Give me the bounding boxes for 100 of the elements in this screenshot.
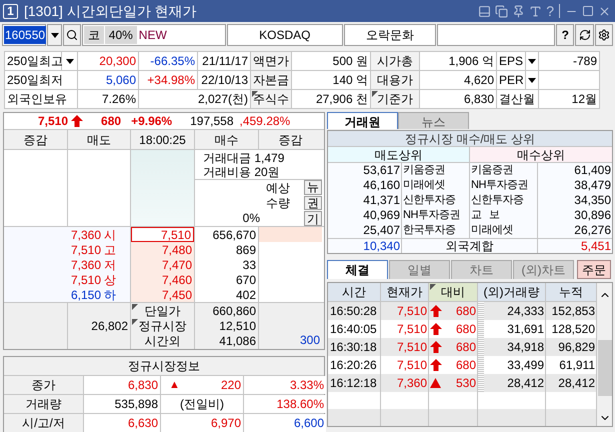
trade-cost: 거래비용 20원 <box>203 165 281 179</box>
bid-price[interactable]: 7,480 <box>131 242 194 257</box>
cell-value: 6,830 <box>128 378 158 392</box>
stat-value: 2,027(천) <box>139 90 250 108</box>
tab[interactable]: 일별 <box>389 260 450 279</box>
buy-change: 300 <box>300 333 320 347</box>
code-field[interactable]: 160550 <box>2 24 46 46</box>
summary-label: 시간외 <box>144 333 182 348</box>
up-arrow-icon <box>430 359 442 371</box>
column-header: 증감 <box>278 132 304 148</box>
stat-value: 7.26% <box>78 90 138 108</box>
stat-label: 자본금 <box>251 71 291 89</box>
sell-total: 26,802 <box>91 319 128 333</box>
stat-label: 주식수 <box>251 90 291 108</box>
bid-quantity: 33 <box>242 257 257 272</box>
column-header: 18:00:25 <box>131 130 195 149</box>
maximize-icon[interactable] <box>582 5 594 17</box>
dropdown-icon[interactable] <box>528 58 536 64</box>
scrollbar[interactable] <box>597 283 612 426</box>
pin-icon[interactable] <box>512 4 526 18</box>
copy-icon[interactable] <box>495 4 508 18</box>
new-tag: NEW <box>138 26 167 44</box>
help-button[interactable]: ? <box>546 4 554 18</box>
bid-price[interactable]: 7,460 <box>131 272 194 287</box>
corner-mark-icon <box>132 304 138 310</box>
buy-quantity: 30,896 <box>573 208 612 223</box>
tab[interactable]: (외)차트 <box>513 260 574 279</box>
trade-volume: 33,499 <box>507 358 545 372</box>
up-arrow-icon <box>430 305 442 317</box>
help-button[interactable]: ? <box>556 24 574 46</box>
bid-quantity: 402 <box>234 287 257 302</box>
close-icon[interactable] <box>598 4 611 18</box>
layout-icon[interactable] <box>478 4 492 18</box>
row-label: 거래량 <box>4 395 83 413</box>
total-label: 외국계합 <box>402 239 538 253</box>
stat-label: 시가총 <box>371 52 419 70</box>
summary-quantity: 660,860 <box>212 303 257 318</box>
refresh-button[interactable] <box>575 24 594 46</box>
section-title: 정규시장정보 <box>4 357 324 375</box>
volume-rate: ,459.28% <box>240 114 290 128</box>
search-button[interactable] <box>63 24 81 46</box>
settings-button[interactable] <box>594 24 613 46</box>
stat-value: 140 억 <box>292 71 370 89</box>
bid-price[interactable]: 7,450 <box>131 287 194 302</box>
dropdown-button[interactable] <box>62 52 77 70</box>
stat-value: 4,620 <box>420 71 496 89</box>
expected-text: 0% <box>242 210 260 226</box>
order-button[interactable]: 주문 <box>577 260 611 279</box>
side-button[interactable]: 뉴 <box>304 180 322 195</box>
stat-label: PER <box>497 71 525 89</box>
trade-volume: 31,691 <box>507 322 545 336</box>
trade-change: 680 <box>456 322 476 336</box>
expected-text: 수량 <box>266 196 290 210</box>
buy-quantity: 26,276 <box>573 223 612 238</box>
up-arrow-icon <box>430 323 442 335</box>
corner-mark-icon <box>430 284 436 290</box>
stat-label: EPS <box>497 52 525 70</box>
up-arrow-icon <box>71 115 84 127</box>
reference-price: 7,360 <box>70 228 101 242</box>
row-label: 시/고/저 <box>4 414 83 432</box>
stat-label: 외국인보유 <box>5 90 77 108</box>
code-dropdown[interactable] <box>47 24 62 46</box>
stat-value: 5,060 <box>78 71 138 89</box>
reference-label: 상 <box>104 272 116 286</box>
side-button[interactable]: 기 <box>304 211 322 226</box>
dropdown-icon[interactable] <box>66 58 74 64</box>
sell-total: 10,340 <box>328 239 402 253</box>
tab[interactable]: 체결 <box>327 260 388 279</box>
summary-label: 정규시장 <box>131 318 194 333</box>
trade-change: 680 <box>456 340 476 354</box>
stat-value: 500 원 <box>292 52 370 70</box>
caret-icon[interactable] <box>50 32 59 38</box>
buy-quantity: 61,409 <box>573 163 612 178</box>
reference-price: 7,360 <box>70 258 101 272</box>
corner-mark-icon <box>372 91 378 97</box>
dropdown-icon[interactable] <box>528 78 536 82</box>
column-header: 증감 <box>4 130 68 149</box>
summary-label: 단일가 <box>131 303 194 318</box>
bid-price[interactable]: 7,470 <box>131 257 194 272</box>
reference-price: 7,510 <box>70 272 101 286</box>
market-code: 코 <box>84 26 104 44</box>
reference-label: 저 <box>104 258 116 272</box>
cell-value: (전일비) <box>180 397 224 411</box>
stat-value: -789 <box>539 52 599 70</box>
dropdown-button[interactable] <box>526 71 538 89</box>
rise-symbol: ▲ <box>169 378 180 392</box>
tab[interactable]: 뉴스 <box>398 112 469 129</box>
search-icon <box>66 29 78 41</box>
sector-field: 오락문화 <box>344 24 436 46</box>
stat-date: 21/11/17 <box>198 52 250 70</box>
side-button[interactable]: 권 <box>304 196 322 210</box>
current-price: 7,510 <box>38 114 68 128</box>
text-icon[interactable] <box>529 4 542 18</box>
cell-value: 6,630 <box>128 416 158 430</box>
tab[interactable]: 거래원 <box>327 112 398 129</box>
bid-price[interactable]: 7,510 <box>131 227 194 242</box>
dropdown-button[interactable] <box>526 52 538 70</box>
scroll-thumb[interactable] <box>598 340 612 396</box>
tab[interactable]: 차트 <box>451 260 512 279</box>
stat-label: 기준가 <box>371 90 419 108</box>
